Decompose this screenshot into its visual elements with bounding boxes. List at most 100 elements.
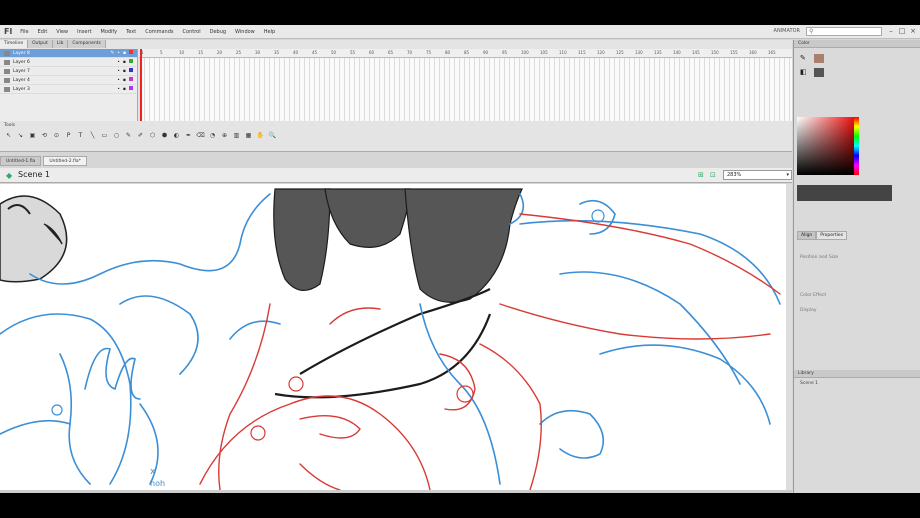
- menu-help[interactable]: Help: [264, 29, 275, 35]
- tab-lib[interactable]: Lib: [52, 40, 69, 48]
- tab-align[interactable]: Align: [797, 231, 817, 240]
- menu-edit[interactable]: Edit: [38, 29, 48, 35]
- library-panel-tab[interactable]: Library: [794, 370, 920, 378]
- tab-components[interactable]: Components: [68, 40, 106, 48]
- layer-icon: [4, 77, 10, 83]
- prop-color-effect[interactable]: Color Effect: [800, 293, 826, 298]
- menu-window[interactable]: Window: [235, 29, 255, 35]
- tool-button[interactable]: ◐: [172, 131, 181, 140]
- edit-symbol-icon[interactable]: ⊡: [710, 171, 716, 179]
- tool-button[interactable]: ✋: [256, 131, 265, 140]
- menu-debug[interactable]: Debug: [210, 29, 226, 35]
- menu-insert[interactable]: Insert: [77, 29, 91, 35]
- tab-timeline[interactable]: Timeline: [0, 40, 29, 48]
- layer-toggles[interactable]: •▪: [117, 59, 133, 65]
- frame-number: 95: [502, 50, 508, 55]
- tab-properties[interactable]: Properties: [816, 231, 848, 240]
- library-item[interactable]: Scene 1: [800, 381, 818, 386]
- layer-row[interactable]: Layer 6 •▪: [0, 58, 137, 67]
- minimize-icon[interactable]: –: [886, 26, 896, 36]
- tool-button[interactable]: ✒: [184, 131, 193, 140]
- frame-number: 155: [730, 50, 738, 55]
- layer-toggles[interactable]: ✎•▪: [111, 50, 133, 56]
- menu-file[interactable]: File: [20, 29, 28, 35]
- workspace-switcher[interactable]: ANIMATOR: [774, 28, 800, 34]
- tool-button[interactable]: ╲: [88, 131, 97, 140]
- tool-button[interactable]: ▥: [232, 131, 241, 140]
- tool-button[interactable]: ✎: [124, 131, 133, 140]
- help-search-input[interactable]: ⚲: [806, 27, 882, 36]
- tool-button[interactable]: ○: [112, 131, 121, 140]
- fill-swatch[interactable]: [814, 68, 824, 77]
- frame-number: 75: [426, 50, 432, 55]
- tool-button[interactable]: ⌫: [196, 131, 205, 140]
- frame-number: 85: [464, 50, 470, 55]
- menu-text[interactable]: Text: [126, 29, 136, 35]
- frame-number: 165: [768, 50, 776, 55]
- color-picker-field[interactable]: [797, 117, 854, 175]
- document-tab[interactable]: Untitled-1.fla: [0, 156, 42, 166]
- layer-icon: [4, 86, 10, 92]
- tool-button[interactable]: ↖: [4, 131, 13, 140]
- frame-grid[interactable]: [139, 49, 792, 121]
- layer-row[interactable]: Layer 8 ✎•▪: [0, 49, 137, 58]
- fill-color-icon[interactable]: ◧: [800, 68, 807, 76]
- layer-row[interactable]: Layer 3 •▪: [0, 85, 137, 94]
- tool-button[interactable]: ▭: [100, 131, 109, 140]
- tool-button[interactable]: ⟲: [40, 131, 49, 140]
- layer-row[interactable]: Layer 4 •▪: [0, 76, 137, 85]
- menu-modify[interactable]: Modify: [101, 29, 118, 35]
- layer-toggles[interactable]: •▪: [117, 68, 133, 74]
- tool-button[interactable]: ⊙: [52, 131, 61, 140]
- clapper-icon: ◆: [6, 171, 13, 180]
- menu-control[interactable]: Control: [183, 29, 201, 35]
- tool-button[interactable]: P: [64, 131, 73, 140]
- stage-vertical-scrollbar[interactable]: [786, 184, 792, 490]
- tool-button[interactable]: ✐: [136, 131, 145, 140]
- scene-label[interactable]: Scene 1: [18, 170, 50, 179]
- frame-number: 30: [255, 50, 261, 55]
- color-swatch-preview: [797, 185, 892, 201]
- layer-toggles[interactable]: •▪: [117, 77, 133, 83]
- stroke-color-icon[interactable]: ✎: [800, 54, 806, 62]
- stage-horizontal-scrollbar[interactable]: [0, 490, 792, 493]
- tool-button[interactable]: ⬢: [160, 131, 169, 140]
- prop-display[interactable]: Display: [800, 308, 817, 313]
- sketch-artwork[interactable]: x hoh: [0, 184, 786, 490]
- layer-row[interactable]: Layer 7 •▪: [0, 67, 137, 76]
- hue-slider[interactable]: [854, 117, 859, 175]
- frame-number: 60: [369, 50, 375, 55]
- frame-number: 105: [540, 50, 548, 55]
- prop-position-size[interactable]: Position and Size: [800, 255, 838, 260]
- tool-button[interactable]: ↘: [16, 131, 25, 140]
- tool-button[interactable]: ◔: [208, 131, 217, 140]
- edit-scene-icon[interactable]: ⊞: [698, 171, 704, 179]
- stage-canvas[interactable]: x hoh: [0, 184, 786, 490]
- layer-toggles[interactable]: •▪: [117, 86, 133, 92]
- tool-button[interactable]: ▦: [244, 131, 253, 140]
- frame-number: 20: [217, 50, 223, 55]
- stroke-swatch[interactable]: [814, 54, 824, 63]
- tool-button[interactable]: ⊕: [220, 131, 229, 140]
- frame-number: 25: [236, 50, 242, 55]
- zoom-select[interactable]: 283% ▾: [723, 170, 792, 180]
- chevron-down-icon: ▾: [786, 172, 789, 178]
- color-panel-tab[interactable]: Color: [794, 40, 920, 48]
- menu-commands[interactable]: Commands: [145, 29, 173, 35]
- maximize-icon[interactable]: □: [897, 26, 907, 36]
- close-icon[interactable]: ×: [908, 26, 918, 36]
- tool-button[interactable]: ⬡: [148, 131, 157, 140]
- search-icon: ⚲: [809, 28, 814, 35]
- menu-view[interactable]: View: [56, 29, 68, 35]
- tab-output[interactable]: Output: [28, 40, 53, 48]
- playhead[interactable]: [140, 49, 142, 121]
- frame-number: 120: [597, 50, 605, 55]
- frame-ruler[interactable]: 1 5 10 15 20 25 30 35 40 45 50 55 60 65 70 75 80 85 90 95 10…: [139, 49, 792, 58]
- frame-number: 150: [711, 50, 719, 55]
- tool-button[interactable]: ▣: [28, 131, 37, 140]
- layer-icon: [4, 59, 10, 65]
- tool-button[interactable]: T: [76, 131, 85, 140]
- frame-number: 15: [198, 50, 204, 55]
- document-tab-active[interactable]: Untitled-2.fla*: [43, 156, 87, 166]
- tool-button[interactable]: 🔍: [268, 131, 277, 140]
